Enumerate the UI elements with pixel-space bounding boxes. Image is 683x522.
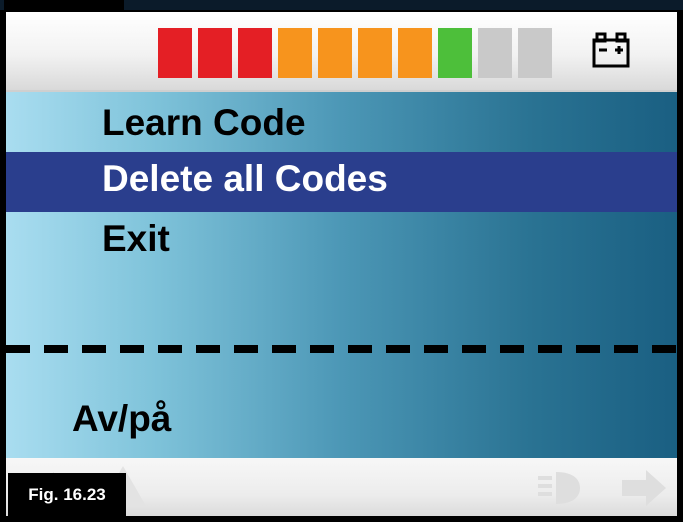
status-label: Av/på [72, 398, 172, 439]
menu-item-learn-code[interactable]: Learn Code [6, 96, 677, 156]
display-screen: Learn Code Delete all Codes Exit Av/på [4, 10, 679, 518]
battery-segment-8 [438, 28, 472, 78]
separator-dashed-line [6, 345, 677, 353]
headlight-icon [538, 472, 580, 504]
battery-segment-2 [198, 28, 232, 78]
menu-item-label: Exit [102, 218, 170, 259]
display-frame: Learn Code Delete all Codes Exit Av/på F… [0, 0, 683, 522]
battery-segment-10 [518, 28, 552, 78]
battery-segment-3 [238, 28, 272, 78]
right-arrow-icon [622, 470, 666, 506]
battery-segment-6 [358, 28, 392, 78]
header-bar [6, 12, 677, 92]
battery-segment-1 [158, 28, 192, 78]
battery-segment-5 [318, 28, 352, 78]
battery-segment-4 [278, 28, 312, 78]
menu-item-delete-all-codes[interactable]: Delete all Codes [6, 152, 677, 212]
figure-label: Fig. 16.23 [8, 473, 126, 516]
battery-icon [592, 32, 630, 68]
battery-segment-7 [398, 28, 432, 78]
battery-gauge [158, 28, 552, 78]
menu-item-label: Learn Code [102, 102, 306, 143]
battery-segment-9 [478, 28, 512, 78]
menu-item-exit[interactable]: Exit [6, 212, 677, 272]
top-tab [4, 0, 124, 10]
menu-item-label: Delete all Codes [102, 158, 388, 199]
top-strip [0, 0, 683, 10]
